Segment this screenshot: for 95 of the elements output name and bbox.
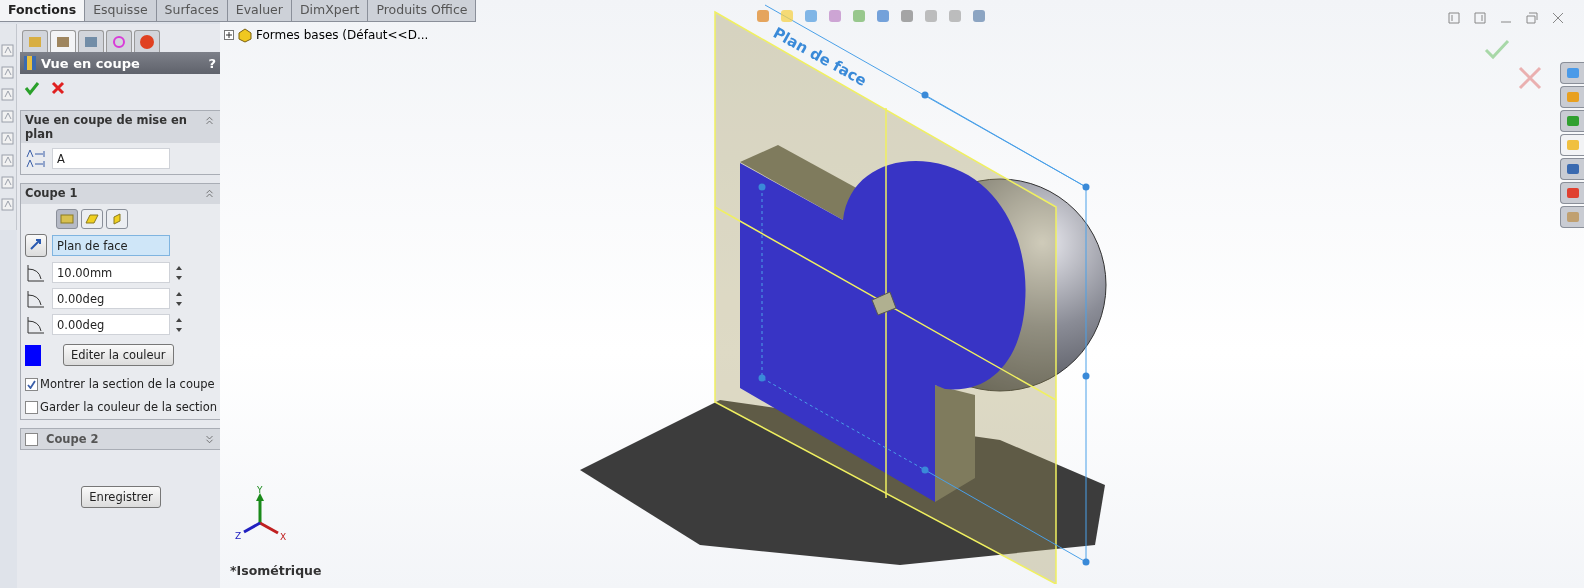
angle-x-icon	[25, 288, 47, 309]
section-view-icon	[23, 55, 37, 71]
group-header[interactable]: Vue en coupe de mise en plan	[21, 111, 222, 143]
toolbar-icon[interactable]	[755, 8, 771, 24]
toolbar-icon[interactable]	[851, 8, 867, 24]
task-pane-tab[interactable]	[1560, 86, 1584, 108]
plane-field[interactable]: Plan de face	[52, 235, 170, 256]
plane-handle[interactable]	[1082, 372, 1090, 380]
panel-tab[interactable]	[78, 30, 104, 52]
plane-button[interactable]	[81, 209, 103, 229]
window-control-icon[interactable]	[1524, 10, 1540, 26]
checkbox-label: Montrer la section de la coupe	[40, 377, 215, 391]
tab[interactable]: Evaluer	[227, 0, 292, 21]
distance-icon	[25, 262, 47, 283]
check-icon[interactable]	[1484, 38, 1510, 60]
panel-title: Vue en coupe	[41, 55, 140, 71]
checkbox[interactable]	[25, 400, 38, 414]
task-pane-tab[interactable]	[1560, 182, 1584, 204]
task-pane-tab[interactable]	[1560, 62, 1584, 84]
tab[interactable]: Fonctions	[0, 0, 86, 21]
panel-tab[interactable]	[22, 30, 48, 52]
panel-tab[interactable]	[50, 30, 76, 52]
tab[interactable]: Surfaces	[156, 0, 228, 21]
axis-label: Y	[257, 485, 263, 495]
tab[interactable]: DimXpert	[291, 0, 369, 21]
rectangle-plane-icon	[60, 213, 74, 225]
view-name: *Isométrique	[230, 563, 322, 578]
toolbar-icon[interactable]	[0, 64, 16, 80]
toolbar-icon[interactable]	[0, 174, 16, 190]
axis-label: Z	[235, 531, 242, 541]
part-icon	[237, 27, 253, 43]
close-icon[interactable]	[50, 80, 66, 96]
plane-button[interactable]	[56, 209, 78, 229]
panel-tab[interactable]	[134, 30, 160, 52]
axis-label: X	[280, 532, 287, 542]
window-control-icon[interactable]	[1472, 10, 1488, 26]
label-field[interactable]: A	[52, 148, 170, 169]
group-title: Vue en coupe de mise en plan	[25, 113, 188, 141]
toolbar-icon[interactable]	[971, 8, 987, 24]
vertical-plane-icon	[110, 213, 124, 225]
toolbar-icon[interactable]	[899, 8, 915, 24]
tab[interactable]: Produits Office	[368, 0, 477, 21]
toolbar-icon[interactable]	[875, 8, 891, 24]
task-pane-tab[interactable]	[1560, 110, 1584, 132]
plane-handle[interactable]	[758, 183, 766, 191]
task-pane-tab[interactable]	[1560, 134, 1584, 156]
group-title: Coupe 1	[25, 186, 79, 200]
value-field[interactable]: 10.00mm	[52, 262, 170, 283]
plane-handle[interactable]	[758, 374, 766, 382]
toolbar-icon[interactable]	[0, 152, 16, 168]
move-handle[interactable]	[871, 291, 897, 316]
tree-item[interactable]: Formes bases (Défaut<<D...	[256, 28, 429, 42]
group-header[interactable]: Coupe 2	[21, 429, 222, 449]
toolbar-icon[interactable]	[803, 8, 819, 24]
plane-handle[interactable]	[921, 91, 929, 99]
task-pane-tab[interactable]	[1560, 206, 1584, 228]
toolbar-icon[interactable]	[923, 8, 939, 24]
group-title: Coupe 2	[46, 432, 100, 446]
save-button[interactable]: Enregistrer	[81, 486, 161, 508]
help-button[interactable]: ?	[208, 55, 217, 71]
toolbar-icon[interactable]	[827, 8, 843, 24]
arrow-icon	[29, 237, 43, 251]
panel-tab[interactable]	[106, 30, 132, 52]
toolbar-icon[interactable]	[0, 108, 16, 124]
toolbar-icon[interactable]	[0, 86, 16, 102]
expand-icon[interactable]	[224, 30, 234, 40]
plane-handle[interactable]	[921, 466, 929, 474]
edit-color-button[interactable]: Editer la couleur	[63, 344, 174, 366]
flip-direction-button[interactable]	[25, 234, 47, 257]
close-icon[interactable]	[1550, 10, 1566, 26]
target-icon	[111, 33, 127, 50]
flat-plane-icon	[85, 213, 99, 225]
check-icon[interactable]	[24, 80, 40, 96]
checkbox[interactable]	[25, 377, 38, 391]
value-field[interactable]: 0.00deg	[52, 288, 170, 309]
checkbox-label: Garder la couleur de la section	[40, 400, 218, 414]
toolbar-icon[interactable]	[0, 42, 16, 58]
plane-handle[interactable]	[1082, 558, 1090, 566]
angle-y-icon	[25, 314, 47, 335]
axis-triad-drawing	[243, 493, 279, 535]
task-pane-tab[interactable]	[1560, 158, 1584, 180]
close-icon[interactable]	[1518, 66, 1542, 90]
window-control-icon[interactable]	[1446, 10, 1462, 26]
tab[interactable]: Esquisse	[85, 0, 157, 21]
label-icon	[25, 148, 47, 169]
group-header[interactable]: Coupe 1	[21, 184, 222, 204]
color-swatch[interactable]	[25, 344, 41, 366]
value-field[interactable]: 0.00deg	[52, 314, 170, 335]
plane-handle[interactable]	[1082, 183, 1090, 191]
checkbox[interactable]	[25, 432, 38, 446]
plane-button[interactable]	[106, 209, 128, 229]
toolbar-icon[interactable]	[947, 8, 963, 24]
toolbar-icon[interactable]	[0, 196, 16, 212]
toolbar-icon[interactable]	[0, 130, 16, 146]
toolbar-icon[interactable]	[779, 8, 795, 24]
